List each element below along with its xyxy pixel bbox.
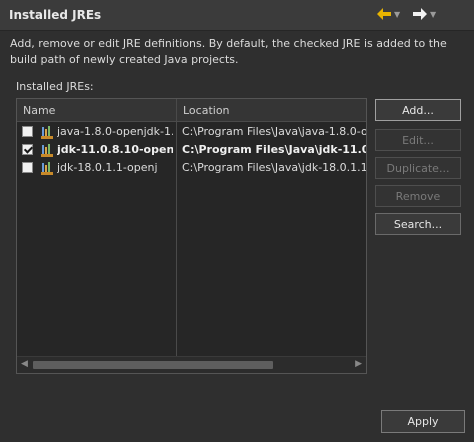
scrollbar-thumb[interactable] [33, 361, 273, 369]
add-button[interactable]: Add... [375, 99, 461, 121]
jre-library-icon [41, 126, 53, 139]
back-button[interactable]: ▼ [377, 5, 400, 23]
jre-name: jdk-11.0.8.10-openj... [57, 143, 173, 156]
jre-location: C:\Program Files\Java\jdk-11.0.8.10 [182, 143, 366, 156]
table-header: Name Location [17, 99, 366, 122]
jre-library-icon [41, 144, 53, 157]
chevron-down-icon[interactable]: ▼ [394, 10, 400, 19]
scroll-left-icon[interactable]: ◀ [21, 359, 28, 369]
forward-arrow-icon [413, 8, 427, 20]
table-row[interactable]: java-1.8.0-openjdk-1.... C:\Program File… [17, 123, 366, 141]
remove-button[interactable]: Remove [375, 185, 461, 207]
horizontal-scrollbar[interactable]: ◀ ▶ [17, 356, 366, 373]
column-header-location[interactable]: Location [183, 104, 230, 117]
duplicate-button[interactable]: Duplicate... [375, 157, 461, 179]
description-text: Add, remove or edit JRE definitions. By … [10, 37, 447, 66]
jre-name: java-1.8.0-openjdk-1.... [57, 125, 173, 138]
jre-checkbox[interactable] [22, 144, 33, 155]
jre-library-icon [41, 162, 53, 175]
column-header-name[interactable]: Name [23, 104, 55, 117]
back-arrow-icon [377, 8, 391, 20]
edit-button[interactable]: Edit... [375, 129, 461, 151]
page-title: Installed JREs [9, 8, 102, 22]
jre-table[interactable]: Name Location java-1.8.0-openjdk-1.... C… [16, 98, 367, 374]
installed-jres-label: Installed JREs: [16, 80, 94, 93]
jre-name: jdk-18.0.1.1-openj [57, 161, 158, 174]
title-bar: Installed JREs ▼ ▼ [0, 0, 474, 31]
jre-checkbox[interactable] [22, 126, 33, 137]
forward-button[interactable]: ▼ [413, 5, 436, 23]
jre-location: C:\Program Files\Java\jdk-18.0.1.1-op [182, 161, 367, 174]
search-button[interactable]: Search... [375, 213, 461, 235]
chevron-down-icon[interactable]: ▼ [430, 10, 436, 19]
jre-checkbox[interactable] [22, 162, 33, 173]
table-row[interactable]: jdk-11.0.8.10-openj... C:\Program Files\… [17, 141, 366, 159]
scroll-right-icon[interactable]: ▶ [355, 359, 362, 369]
apply-button[interactable]: Apply [381, 410, 465, 433]
jre-location: C:\Program Files\Java\java-1.8.0-openj [182, 125, 367, 138]
table-row[interactable]: jdk-18.0.1.1-openj C:\Program Files\Java… [17, 159, 366, 177]
